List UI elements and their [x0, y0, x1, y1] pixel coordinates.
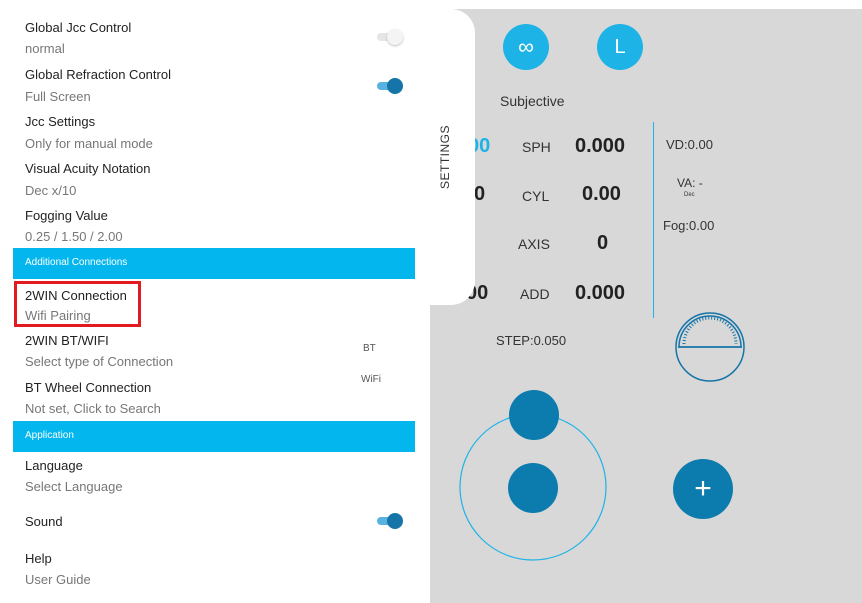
bt-wheel-connection-title[interactable]: BT Wheel Connection: [25, 380, 151, 395]
section-application-label: Application: [25, 430, 74, 441]
cyl-value[interactable]: 0.00: [582, 183, 621, 206]
infinity-icon: ∞: [518, 34, 534, 59]
step-label: STEP:0.050: [496, 333, 567, 348]
va-notation: Dec: [684, 192, 695, 198]
mode-label: Subjective: [500, 93, 565, 109]
visual-acuity-notation-title[interactable]: Visual Acuity Notation: [25, 161, 151, 176]
vd-value: VD:0.00: [666, 137, 713, 152]
2win-bt-wifi-title[interactable]: 2WIN BT/WIFI: [25, 333, 109, 348]
global-jcc-control-title[interactable]: Global Jcc Control: [25, 20, 131, 35]
joystick-center-knob[interactable]: [508, 463, 558, 513]
bt-option[interactable]: BT: [363, 343, 376, 354]
help-title[interactable]: Help: [25, 551, 52, 566]
fogging-value-value: 0.25 / 1.50 / 2.00: [25, 229, 123, 244]
axis-dial-icon[interactable]: [674, 311, 746, 383]
add-button[interactable]: +: [673, 459, 733, 519]
jcc-settings-value: Only for manual mode: [25, 136, 153, 151]
visual-acuity-notation-value: Dec x/10: [25, 183, 77, 198]
right-cyl-partial: 0: [474, 183, 486, 205]
left-eye-button[interactable]: L: [597, 24, 643, 70]
section-additional-connections: Additional Connections: [13, 248, 415, 279]
sph-value[interactable]: 0.000: [575, 135, 625, 158]
global-refraction-toggle[interactable]: [377, 77, 403, 95]
va-value: VA: -: [677, 176, 703, 190]
plus-icon: +: [694, 472, 712, 505]
add-label: ADD: [520, 286, 550, 302]
language-title[interactable]: Language: [25, 458, 83, 473]
global-refraction-control-value: Full Screen: [25, 89, 91, 104]
global-jcc-control-value: normal: [25, 41, 65, 56]
help-value: User Guide: [25, 572, 91, 587]
axis-label: AXIS: [518, 236, 550, 252]
section-application: Application: [13, 421, 415, 452]
jcc-settings-title[interactable]: Jcc Settings: [25, 114, 95, 129]
wifi-option[interactable]: WiFi: [361, 374, 381, 385]
bt-wheel-connection-value: Not set, Click to Search: [25, 401, 161, 416]
left-eye-label: L: [614, 35, 626, 58]
2win-bt-wifi-value: Select type of Connection: [25, 354, 174, 369]
sound-toggle[interactable]: [377, 512, 403, 530]
info-divider: [653, 122, 654, 318]
binocular-button[interactable]: ∞: [503, 24, 549, 70]
global-refraction-control-title[interactable]: Global Refraction Control: [25, 67, 171, 82]
section-additional-label: Additional Connections: [25, 257, 128, 268]
fog-value: Fog:0.00: [663, 218, 715, 233]
sph-label: SPH: [522, 139, 551, 155]
cyl-label: CYL: [522, 188, 550, 204]
settings-tab-label: SETTINGS: [438, 124, 452, 190]
language-value: Select Language: [25, 479, 123, 494]
highlight-box: [14, 281, 141, 327]
joystick-top-knob[interactable]: [509, 390, 559, 440]
global-jcc-toggle[interactable]: [377, 28, 403, 46]
sound-title[interactable]: Sound: [25, 514, 63, 529]
fogging-value-title[interactable]: Fogging Value: [25, 208, 108, 223]
add-value[interactable]: 0.000: [575, 282, 625, 305]
axis-value[interactable]: 0: [597, 232, 608, 255]
